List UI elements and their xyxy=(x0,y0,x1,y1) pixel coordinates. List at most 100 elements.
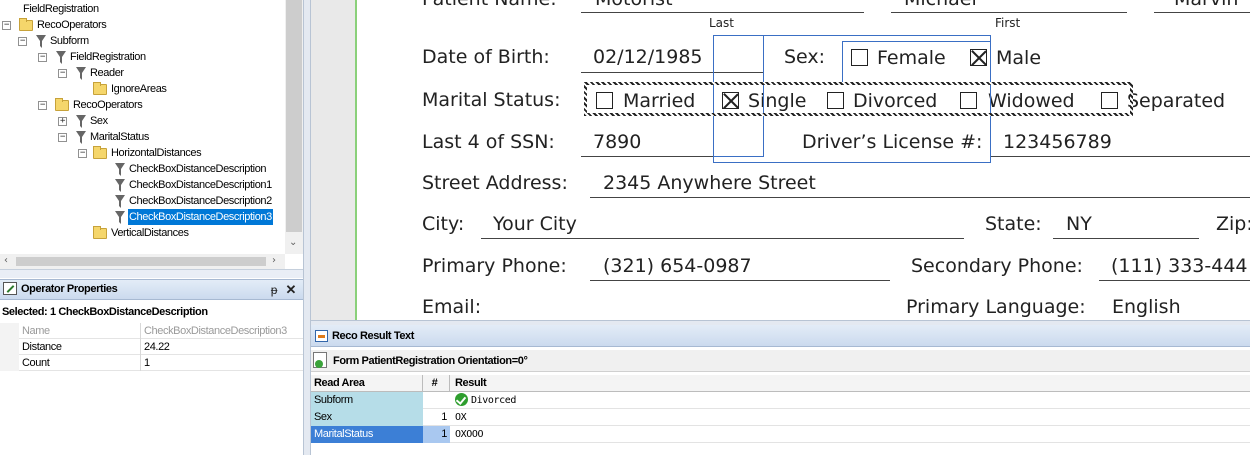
property-row-count[interactable]: Count 1 xyxy=(0,355,303,371)
folder-icon xyxy=(93,145,107,159)
tree-node-fieldregistration-root[interactable]: FieldRegistration xyxy=(22,1,100,17)
form-info-row[interactable]: Form PatientRegistration Orientation=0° xyxy=(311,350,1250,372)
collapse-icon[interactable]: − xyxy=(38,101,47,110)
tree-vertical-scroll-thumb[interactable] xyxy=(286,0,302,232)
tree-node-checkbox-distance-2[interactable]: CheckBoxDistanceDescription2 xyxy=(115,193,273,209)
tree-node-label: IgnoreAreas xyxy=(111,83,167,95)
tree-node-reader[interactable]: Reader xyxy=(76,65,125,81)
zip-label: Zip: xyxy=(1216,213,1250,235)
funnel-icon xyxy=(115,162,125,176)
funnel-icon xyxy=(115,178,125,192)
collapse-icon[interactable]: − xyxy=(38,53,47,62)
property-grid: Name CheckBoxDistanceDescription3 Distan… xyxy=(0,323,303,371)
column-header-count[interactable]: # xyxy=(423,375,450,392)
tree-node-recooperators[interactable]: RecoOperators xyxy=(19,17,107,33)
funnel-icon xyxy=(115,210,125,224)
tree-node-recooperators-sub[interactable]: RecoOperators xyxy=(55,97,143,113)
marital-option-separated: Separated xyxy=(1127,90,1226,112)
tree-node-label: CheckBoxDistanceDescription xyxy=(129,163,267,175)
secondary-phone-value: (111) 333-444 xyxy=(1111,255,1248,277)
collapse-icon[interactable]: − xyxy=(18,37,27,46)
property-value: CheckBoxDistanceDescription3 xyxy=(144,325,287,337)
pane-splitter[interactable] xyxy=(0,269,303,278)
property-value[interactable]: 1 xyxy=(143,355,303,371)
collapse-icon[interactable]: − xyxy=(2,21,11,30)
tree-node-label: Subform xyxy=(50,35,89,47)
reco-result-title: Reco Result Text xyxy=(332,330,415,342)
result-cell: OXOOO xyxy=(455,429,484,440)
state-value: NY xyxy=(1066,213,1092,235)
property-row-name[interactable]: Name CheckBoxDistanceDescription3 xyxy=(0,323,303,339)
tree-node-label: MaritalStatus xyxy=(90,131,149,143)
funnel-icon xyxy=(56,50,66,64)
property-value[interactable]: 24.22 xyxy=(143,339,303,355)
tree-node-sex[interactable]: Sex xyxy=(76,113,109,129)
drivers-license-value: 123456789 xyxy=(1003,131,1112,153)
form-info-label: Form PatientRegistration Orientation=0° xyxy=(333,355,528,367)
pin-icon[interactable]: ᵽ xyxy=(271,281,278,300)
operator-tree[interactable]: FieldRegistration − RecoOperators − Subf… xyxy=(0,0,285,254)
property-name: Distance xyxy=(21,339,141,355)
tree-node-label: Reader xyxy=(90,67,124,79)
tree-node-fieldregistration[interactable]: FieldRegistration xyxy=(56,49,147,65)
primary-language-label: Primary Language: xyxy=(906,296,1086,318)
column-header-read-area[interactable]: Read Area xyxy=(311,375,423,392)
collapse-icon[interactable]: − xyxy=(58,133,67,142)
expand-icon[interactable]: + xyxy=(58,117,67,126)
reco-result-table: Read Area # Result Subform Divorced Sex … xyxy=(311,375,1250,443)
document-view[interactable]: Patient Name: Motorist Michael Marvin La… xyxy=(311,0,1250,320)
tree-node-verticaldistances[interactable]: VerticalDistances xyxy=(93,225,190,241)
funnel-icon xyxy=(36,34,46,48)
tree-node-subform[interactable]: Subform xyxy=(36,33,90,49)
last-name-value: Motorist xyxy=(595,0,673,10)
dob-value: 02/12/1985 xyxy=(593,46,703,68)
tree-horizontal-scroll-thumb[interactable] xyxy=(16,257,266,266)
scroll-right-arrow-icon[interactable]: › xyxy=(272,255,276,266)
tree-node-ignoreareas[interactable]: IgnoreAreas xyxy=(93,81,168,97)
collapse-icon[interactable]: − xyxy=(58,69,67,78)
city-value: Your City xyxy=(493,213,577,235)
property-row-distance[interactable]: Distance 24.22 xyxy=(0,339,303,355)
tree-node-checkbox-distance[interactable]: CheckBoxDistanceDescription xyxy=(115,161,267,177)
ssn-label: Last 4 of SSN: xyxy=(422,131,555,153)
table-header-row: Read Area # Result xyxy=(311,375,1250,392)
ssn-value: 7890 xyxy=(593,131,642,153)
operator-properties-title: Operator Properties xyxy=(21,283,118,295)
street-address-label: Street Address: xyxy=(422,172,568,194)
tree-node-checkbox-distance-3[interactable]: CheckBoxDistanceDescription3 xyxy=(115,209,273,225)
close-icon[interactable]: ✕ xyxy=(286,280,297,299)
table-row-selected[interactable]: MaritalStatus 1 OXOOO xyxy=(311,426,1250,443)
tree-node-label: CheckBoxDistanceDescription2 xyxy=(129,195,272,207)
column-header-result[interactable]: Result xyxy=(452,375,1242,392)
result-text: Divorced xyxy=(471,395,516,406)
street-address-value: 2345 Anywhere Street xyxy=(603,172,816,194)
tree-node-checkbox-distance-1[interactable]: CheckBoxDistanceDescription1 xyxy=(115,177,273,193)
result-cell: Divorced xyxy=(452,392,1242,409)
tree-node-label: FieldRegistration xyxy=(23,3,99,15)
table-row[interactable]: Sex 1 OX xyxy=(311,409,1250,426)
left-pane: FieldRegistration − RecoOperators − Subf… xyxy=(0,0,303,455)
folder-icon xyxy=(93,225,107,239)
tree-node-maritalstatus[interactable]: MaritalStatus xyxy=(76,129,150,145)
tree-node-label: RecoOperators xyxy=(37,19,107,31)
sex-region-outline[interactable] xyxy=(842,41,991,83)
form-icon xyxy=(313,352,327,368)
count-cell xyxy=(423,392,450,409)
marital-status-selection-box[interactable] xyxy=(584,82,1133,116)
reco-result-header: Reco Result Text xyxy=(311,325,1250,347)
city-label: City: xyxy=(422,213,465,235)
scroll-down-arrow-icon[interactable]: ⌄ xyxy=(289,237,297,248)
table-row[interactable]: Subform Divorced xyxy=(311,392,1250,409)
property-name: Name xyxy=(21,323,141,339)
collapse-icon[interactable]: − xyxy=(78,149,87,158)
tree-node-horizontaldistances[interactable]: HorizontalDistances xyxy=(93,145,202,161)
read-area-cell: Subform xyxy=(311,392,423,409)
read-area-cell: MaritalStatus xyxy=(311,426,423,443)
vertical-splitter[interactable] xyxy=(303,0,311,455)
middle-name-value: Marvin xyxy=(1174,0,1238,10)
funnel-icon xyxy=(115,194,125,208)
tree-node-label: HorizontalDistances xyxy=(111,147,202,159)
operator-properties-header: Operator Properties ᵽ ✕ xyxy=(0,279,303,300)
scroll-left-arrow-icon[interactable]: ‹ xyxy=(4,255,8,266)
funnel-icon xyxy=(76,66,86,80)
